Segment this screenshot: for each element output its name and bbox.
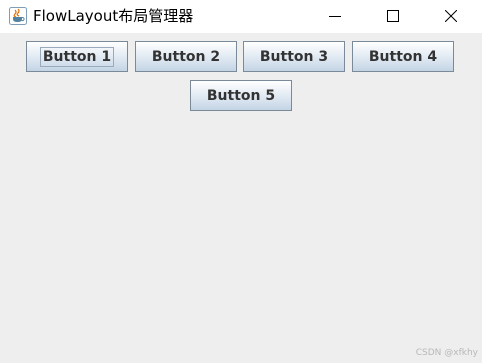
- close-icon: [444, 7, 458, 26]
- maximize-icon: [387, 7, 399, 26]
- java-cup-icon[interactable]: [9, 7, 27, 25]
- button-2-label: Button 2: [151, 48, 221, 65]
- window-title: FlowLayout布局管理器: [33, 7, 194, 25]
- button-1[interactable]: Button 1: [26, 41, 128, 72]
- watermark: CSDN @xfkhy: [415, 348, 478, 358]
- button-5[interactable]: Button 5: [190, 80, 292, 111]
- button-5-label: Button 5: [206, 87, 276, 104]
- flow-layout-panel: Button 1 Button 2 Button 3 Button 4 Butt…: [0, 33, 482, 363]
- close-button[interactable]: [428, 0, 474, 33]
- button-3-label: Button 3: [259, 48, 329, 65]
- button-3[interactable]: Button 3: [243, 41, 345, 72]
- button-4[interactable]: Button 4: [352, 41, 454, 72]
- button-1-label: Button 1: [39, 46, 115, 67]
- button-4-label: Button 4: [368, 48, 438, 65]
- app-window: FlowLayout布局管理器 Button 1 Button 2 Button…: [0, 0, 482, 363]
- minimize-button[interactable]: [312, 0, 358, 33]
- minimize-icon: [329, 7, 341, 26]
- title-bar[interactable]: FlowLayout布局管理器: [0, 0, 482, 33]
- maximize-button[interactable]: [370, 0, 416, 33]
- button-2[interactable]: Button 2: [135, 41, 237, 72]
